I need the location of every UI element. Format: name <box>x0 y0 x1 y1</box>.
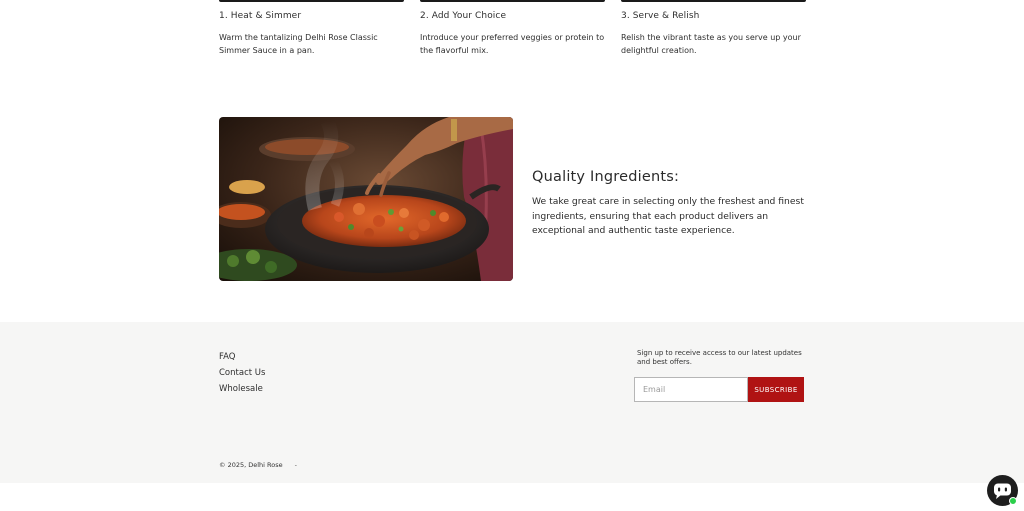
step-serve-relish: 3. Serve & Relish Relish the vibrant tas… <box>621 0 806 57</box>
footer-link-wholesale[interactable]: Wholesale <box>219 384 265 400</box>
step-title: 3. Serve & Relish <box>621 11 700 21</box>
footer-link-contact-us[interactable]: Contact Us <box>219 368 265 384</box>
step-add-your-choice: 2. Add Your Choice Introduce your prefer… <box>420 0 605 57</box>
copyright-text: © 2025, Delhi Rose <box>219 461 283 469</box>
online-status-dot <box>1009 497 1017 505</box>
quality-description: We take great care in selecting only the… <box>532 196 804 236</box>
quality-text-block: Quality Ingredients: We take great care … <box>532 169 812 239</box>
subscribe-button[interactable]: SUBSCRIBE <box>748 377 804 402</box>
cooking-pan-illustration <box>219 117 513 281</box>
page: 1. Heat & Simmer Warm the tantalizing De… <box>0 0 1024 511</box>
step-description: Warm the tantalizing Delhi Rose Classic … <box>219 33 378 55</box>
step-image-edge <box>219 0 404 2</box>
step-image-edge <box>420 0 605 2</box>
step-title: 1. Heat & Simmer <box>219 11 302 21</box>
newsletter-description: Sign up to receive access to our latest … <box>637 349 802 366</box>
step-description: Relish the vibrant taste as you serve up… <box>621 33 801 55</box>
footer-link-faq[interactable]: FAQ <box>219 352 265 368</box>
site-footer: FAQ Contact Us Wholesale Sign up to rece… <box>0 322 1024 483</box>
quality-heading: Quality Ingredients: <box>532 169 680 185</box>
step-description: Introduce your preferred veggies or prot… <box>420 33 605 55</box>
email-input[interactable] <box>634 377 748 402</box>
copyright: © 2025, Delhi Rose - <box>219 461 297 469</box>
copyright-separator: - <box>294 461 297 469</box>
chat-widget-button[interactable] <box>987 475 1018 506</box>
footer-nav: FAQ Contact Us Wholesale <box>219 352 265 400</box>
step-heat-simmer: 1. Heat & Simmer Warm the tantalizing De… <box>219 0 404 57</box>
newsletter-form: SUBSCRIBE <box>634 377 804 402</box>
step-title: 2. Add Your Choice <box>420 11 507 21</box>
quality-ingredients-image <box>219 117 513 281</box>
step-image-edge <box>621 0 806 2</box>
newsletter-signup: Sign up to receive access to our latest … <box>634 349 804 402</box>
